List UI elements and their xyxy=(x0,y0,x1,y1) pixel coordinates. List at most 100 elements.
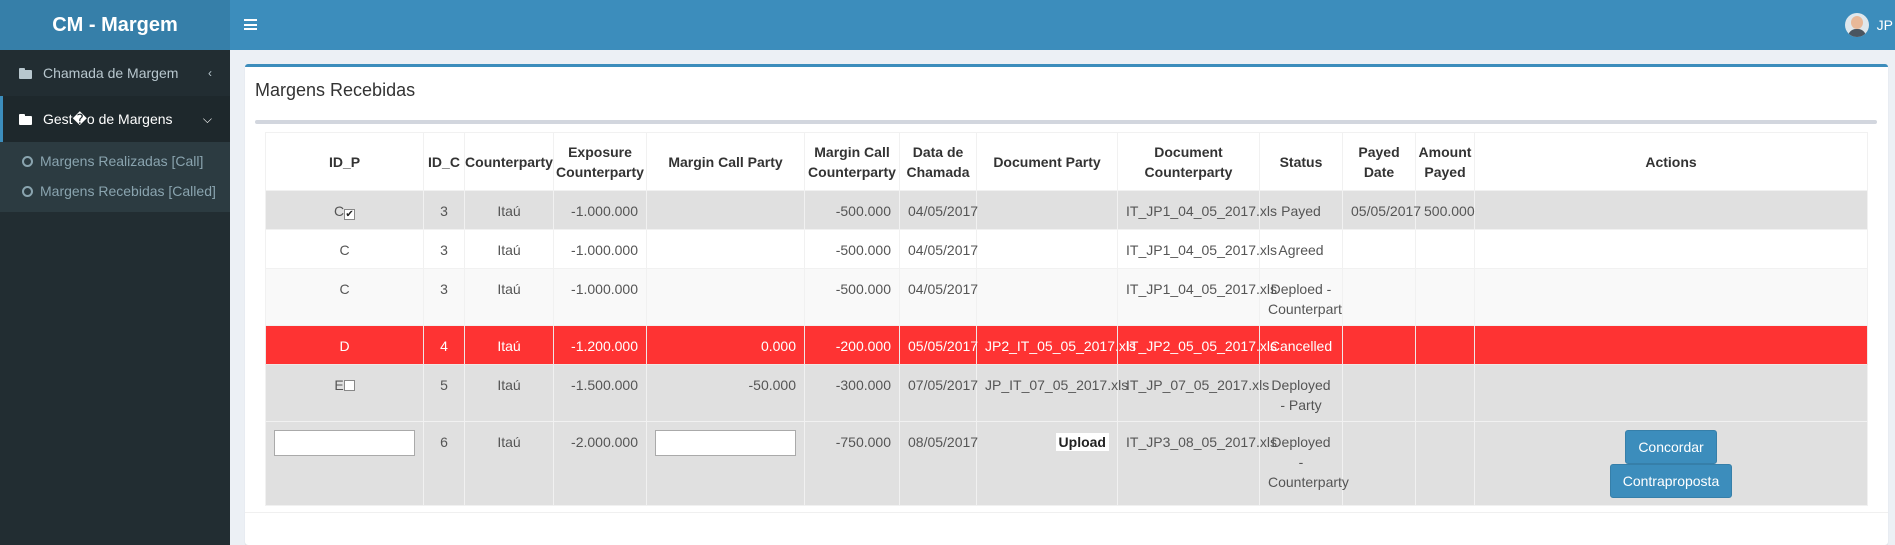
cell-doc-party xyxy=(976,229,1118,269)
cell-exposure: -1.000.000 xyxy=(553,229,647,269)
cell-amount-payed: 500.000 xyxy=(1415,190,1475,230)
user-name: JP xyxy=(1876,17,1893,33)
table-row[interactable]: E 5 Itaú -1.500.000 -50.000 -300.000 07/… xyxy=(265,364,1868,422)
col-header[interactable]: Counterparty xyxy=(464,132,554,191)
cell-doc-counterparty[interactable]: IT_JP1_04_05_2017.xls xyxy=(1117,190,1277,230)
user-menu[interactable]: JP xyxy=(1844,13,1893,37)
menu-toggle-icon[interactable] xyxy=(244,19,257,30)
cell-payed-date xyxy=(1342,325,1416,365)
sidebar-subitem-label: Margens Realizadas [Call] xyxy=(40,153,204,169)
counter-proposal-button[interactable]: Contraproposta xyxy=(1609,464,1733,498)
col-header[interactable]: Document Party xyxy=(976,132,1118,191)
cell-id-p: C xyxy=(265,229,424,269)
cell-status: Deploed - Counterpart xyxy=(1259,268,1343,326)
cell-mc-counterparty: -500.000 xyxy=(804,268,900,326)
id-p-input[interactable] xyxy=(274,430,415,456)
sidebar-submenu: Margens Realizadas [Call] Margens Recebi… xyxy=(0,142,230,212)
col-header[interactable]: Status xyxy=(1259,132,1343,191)
circle-icon xyxy=(22,185,33,197)
cell-doc-counterparty[interactable]: IT_JP1_04_05_2017.xls xyxy=(1117,268,1277,326)
cell-doc-counterparty[interactable]: IT_JP1_04_05_2017.xls xyxy=(1117,229,1277,269)
cell-actions xyxy=(1474,325,1868,365)
col-header[interactable]: Document Counterparty xyxy=(1117,132,1260,191)
cell-amount-payed xyxy=(1415,229,1475,269)
content-box: Margens Recebidas ID_P ID_C Counterparty… xyxy=(245,64,1888,545)
folder-icon xyxy=(19,67,33,79)
sidebar-subitem-label: Margens Recebidas [Called] xyxy=(40,183,216,199)
agree-button[interactable]: Concordar xyxy=(1625,430,1717,464)
col-header[interactable]: Actions xyxy=(1474,132,1868,191)
cell-amount-payed xyxy=(1415,268,1475,326)
cell-doc-party: Upload xyxy=(976,421,1118,506)
col-header[interactable]: Payed Date xyxy=(1342,132,1416,191)
table-row[interactable]: C 3 Itaú -1.000.000 -500.000 04/05/2017 … xyxy=(265,229,1868,269)
cell-counterparty: Itaú xyxy=(464,325,554,365)
cell-date: 04/05/2017 xyxy=(899,229,978,269)
cell-id-c: 3 xyxy=(423,268,465,326)
cell-doc-party[interactable]: JP_IT_07_05_2017.xls xyxy=(976,364,1128,422)
col-header[interactable]: ID_C xyxy=(423,132,465,191)
sidebar-item-gestao-de-margens[interactable]: Gest�o de Margens ⌵ xyxy=(0,96,230,142)
table-row[interactable]: 6 Itaú -2.000.000 -750.000 08/05/2017 Up… xyxy=(265,421,1868,506)
col-header[interactable]: ID_P xyxy=(265,132,424,191)
sidebar-subitem-margens-recebidas[interactable]: Margens Recebidas [Called] xyxy=(0,176,230,206)
cell-id-c: 3 xyxy=(423,229,465,269)
cell-date: 04/05/2017 xyxy=(899,268,978,326)
cell-payed-date: 05/05/2017 xyxy=(1342,190,1421,230)
cell-mc-party: 0.000 xyxy=(646,325,805,365)
cell-exposure: -1.200.000 xyxy=(553,325,647,365)
cell-id-p xyxy=(265,421,424,506)
sidebar-item-label: Chamada de Margem xyxy=(43,65,179,81)
sidebar: CM - Margem Chamada de Margem ‹ Gest�o d… xyxy=(0,0,230,545)
table-header-row: ID_P ID_C Counterparty Exposure Counterp… xyxy=(265,132,1868,191)
table-row[interactable]: D 4 Itaú -1.200.000 0.000 -200.000 05/05… xyxy=(265,325,1868,365)
cell-mc-party: -50.000 xyxy=(646,364,805,422)
col-header[interactable]: Exposure Counterparty xyxy=(553,132,647,191)
col-header[interactable]: Margin Call Counterparty xyxy=(804,132,900,191)
cell-payed-date xyxy=(1342,364,1416,422)
cell-actions xyxy=(1474,190,1868,230)
row-checkbox[interactable] xyxy=(343,380,355,391)
folder-icon xyxy=(19,113,33,125)
cell-exposure: -1.500.000 xyxy=(553,364,647,422)
cell-date: 07/05/2017 xyxy=(899,364,978,422)
cell-status: Deployed - Party xyxy=(1259,364,1343,422)
cell-id-c: 4 xyxy=(423,325,465,365)
table-row[interactable]: C 3 Itaú -1.000.000 -500.000 04/05/2017 … xyxy=(265,268,1868,326)
row-checkbox[interactable]: ✔ xyxy=(344,209,356,220)
cell-exposure: -2.000.000 xyxy=(553,421,647,506)
avatar xyxy=(1844,13,1869,37)
table-row[interactable]: C✔ 3 Itaú -1.000.000 -500.000 04/05/2017… xyxy=(265,190,1868,230)
cell-actions xyxy=(1474,364,1868,422)
cell-id-c: 5 xyxy=(423,364,465,422)
upload-button[interactable]: Upload xyxy=(1055,433,1109,451)
col-header[interactable]: Margin Call Party xyxy=(646,132,805,191)
col-header[interactable]: Data de Chamada xyxy=(899,132,977,191)
cell-id-p: C xyxy=(265,268,424,326)
margin-call-party-input[interactable] xyxy=(655,430,796,456)
cell-payed-date xyxy=(1342,268,1416,326)
cell-doc-counterparty[interactable]: IT_JP2_05_05_2017.xls xyxy=(1117,325,1277,365)
cell-doc-counterparty[interactable]: IT_JP3_08_05_2017.xls xyxy=(1117,421,1277,506)
sidebar-item-chamada-de-margem[interactable]: Chamada de Margem ‹ xyxy=(0,50,230,96)
cell-counterparty: Itaú xyxy=(464,268,554,326)
cell-actions: Concordar Contraproposta xyxy=(1474,421,1868,506)
cell-exposure: -1.000.000 xyxy=(553,268,647,326)
cell-mc-party xyxy=(646,229,805,269)
cell-doc-counterparty[interactable]: IT_JP_07_05_2017.xls xyxy=(1117,364,1269,422)
cell-date: 08/05/2017 xyxy=(899,421,978,506)
cell-id-c: 3 xyxy=(423,190,465,230)
cell-date: 05/05/2017 xyxy=(899,325,978,365)
page-title: Margens Recebidas xyxy=(255,80,416,100)
app-logo[interactable]: CM - Margem xyxy=(0,0,230,50)
col-header[interactable]: Amount Payed xyxy=(1415,132,1475,191)
sidebar-subitem-margens-realizadas[interactable]: Margens Realizadas [Call] xyxy=(0,146,230,176)
cell-doc-party[interactable]: JP2_IT_05_05_2017.xls xyxy=(976,325,1136,365)
cell-doc-party xyxy=(976,268,1118,326)
cell-mc-party xyxy=(646,268,805,326)
sidebar-menu: Chamada de Margem ‹ Gest�o de Margens ⌵ xyxy=(0,50,230,142)
cell-mc-counterparty: -750.000 xyxy=(804,421,900,506)
cell-id-p: C✔ xyxy=(265,190,424,230)
cell-amount-payed xyxy=(1415,421,1475,506)
chevron-left-icon: ‹ xyxy=(208,66,212,80)
